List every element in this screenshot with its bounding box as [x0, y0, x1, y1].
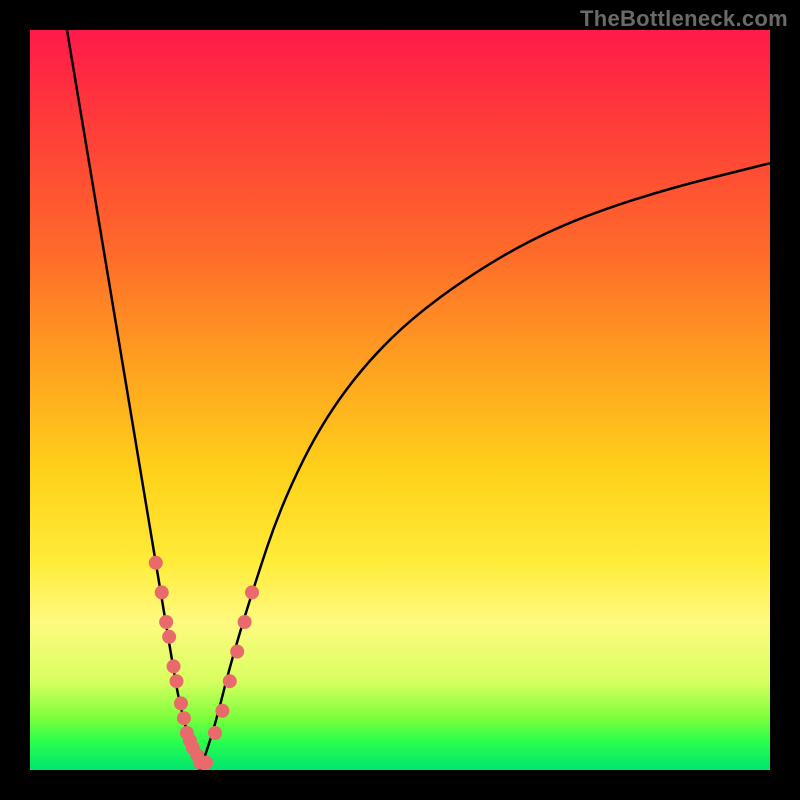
scatter-dot [177, 711, 191, 725]
scatter-dot [208, 726, 222, 740]
plot-area [30, 30, 770, 770]
left-curve [67, 30, 200, 770]
scatter-dot [159, 615, 173, 629]
scatter-dot [223, 674, 237, 688]
watermark-text: TheBottleneck.com [580, 6, 788, 32]
scatter-group [149, 556, 259, 770]
right-curve [200, 163, 770, 770]
scatter-dot [174, 696, 188, 710]
scatter-dot [170, 674, 184, 688]
scatter-dot [245, 585, 259, 599]
scatter-dot [238, 615, 252, 629]
chart-frame: TheBottleneck.com [0, 0, 800, 800]
scatter-dot [162, 630, 176, 644]
chart-svg [30, 30, 770, 770]
scatter-dot [149, 556, 163, 570]
scatter-dot [199, 756, 213, 770]
scatter-dot [215, 704, 229, 718]
scatter-dot [155, 585, 169, 599]
scatter-dot [167, 659, 181, 673]
scatter-dot [230, 645, 244, 659]
